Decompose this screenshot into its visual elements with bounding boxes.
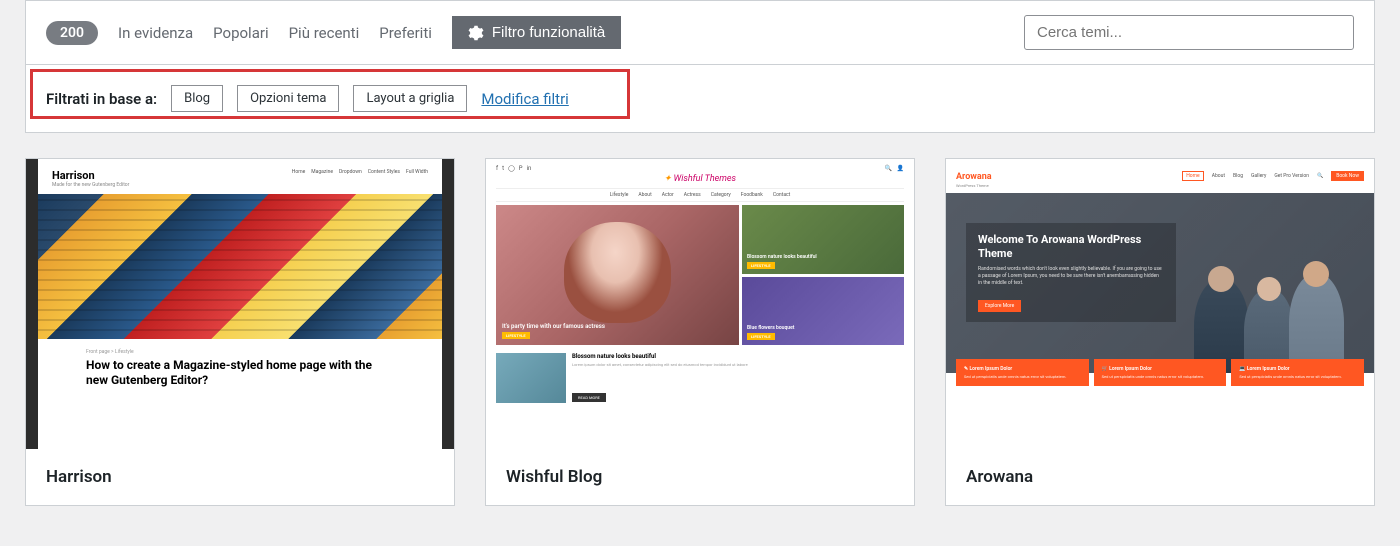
preview-logo: Harrison	[52, 169, 129, 182]
preview-nav: LifestyleAboutActorActressCategoryFoodba…	[496, 188, 904, 202]
gear-icon	[468, 25, 484, 41]
theme-card-arowana[interactable]: Arowana WordPress Theme Home About Blog …	[945, 158, 1375, 506]
preview-post-title: How to create a Magazine-styled home pag…	[86, 358, 394, 388]
search-input[interactable]	[1024, 15, 1354, 50]
theme-card-wishful-blog[interactable]: ft◯Pin 🔍 👤 Wishful Themes LifestyleAbout…	[485, 158, 915, 506]
theme-preview: Arowana WordPress Theme Home About Blog …	[946, 159, 1374, 449]
preview-nav: Home About Blog Gallery Get Pro Version …	[1182, 171, 1364, 181]
preview-tagline: Made for the new Gutenberg Editor	[52, 182, 129, 188]
preview-post-title: Blossom nature looks beautiful	[572, 353, 904, 360]
theme-name: Harrison	[26, 449, 454, 505]
preview-hero-text: Randomised words which don't look even s…	[978, 266, 1164, 287]
preview-hero: Welcome To Arowana WordPress Theme Rando…	[946, 193, 1374, 373]
theme-card-harrison[interactable]: Harrison Made for the new Gutenberg Edit…	[25, 158, 455, 506]
modify-filters-link[interactable]: Modifica filtri	[481, 90, 568, 108]
theme-count-badge: 200	[46, 21, 98, 45]
tab-popular[interactable]: Popolari	[213, 24, 268, 42]
preview-logo-sub: WordPress Theme	[956, 183, 992, 188]
search-icon: 🔍	[1317, 173, 1323, 179]
theme-name: Arowana	[946, 449, 1374, 505]
preview-featured-title: It's party time with our famous actress	[502, 323, 605, 330]
tab-favorites[interactable]: Preferiti	[379, 24, 432, 42]
preview-logo: Wishful Themes	[496, 174, 904, 184]
tab-featured[interactable]: In evidenza	[118, 24, 193, 42]
preview-post-excerpt: Lorem ipsum dolor sit amet, consectetur …	[572, 362, 904, 382]
preview-cta-button: Explore More	[978, 300, 1021, 312]
preview-featured-image: It's party time with our famous actress …	[496, 205, 739, 345]
feature-filter-label: Filtro funzionalità	[492, 24, 605, 41]
theme-preview: ft◯Pin 🔍 👤 Wishful Themes LifestyleAbout…	[486, 159, 914, 449]
feature-filter-button[interactable]: Filtro funzionalità	[452, 16, 621, 49]
theme-preview: Harrison Made for the new Gutenberg Edit…	[26, 159, 454, 449]
filter-tag-blog[interactable]: Blog	[171, 85, 223, 112]
preview-hero-title: Welcome To Arowana WordPress Theme	[978, 233, 1164, 261]
preview-book-button: Book Now	[1331, 171, 1364, 181]
preview-nav: HomeMagazineDropdownContent StylesFull W…	[292, 169, 428, 175]
filter-tag-theme-options[interactable]: Opzioni tema	[237, 85, 339, 112]
filter-label: Filtrati in base a:	[46, 90, 157, 108]
preview-hero-image	[38, 194, 442, 339]
filter-tag-grid-layout[interactable]: Layout a griglia	[353, 85, 467, 112]
preview-logo: Arowana	[956, 172, 992, 182]
preview-social-icons: ft◯Pin	[496, 165, 531, 172]
tab-recent[interactable]: Più recenti	[289, 24, 360, 42]
preview-header-icons: 🔍 👤	[885, 165, 904, 172]
preview-side-image: Blue flowers bouquet LIFESTYLE	[742, 277, 904, 346]
preview-post-thumb	[496, 353, 566, 403]
preview-feature-box: 💻 Lorem Ipsum Dolor Sed ut perspiciatis …	[1231, 359, 1364, 386]
preview-breadcrumb: Front page > Lifestyle	[86, 349, 394, 355]
theme-name: Wishful Blog	[486, 449, 914, 505]
preview-readmore-button: READ MORE	[572, 393, 606, 402]
preview-feature-box: 🛒 Lorem Ipsum Dolor Sed ut perspiciatis …	[1094, 359, 1227, 386]
preview-feature-box: ✎ Lorem Ipsum Dolor Sed ut perspiciatis …	[956, 359, 1089, 386]
preview-side-image: Blossom nature looks beautiful LIFESTYLE	[742, 205, 904, 274]
preview-category-badge: LIFESTYLE	[502, 332, 530, 339]
